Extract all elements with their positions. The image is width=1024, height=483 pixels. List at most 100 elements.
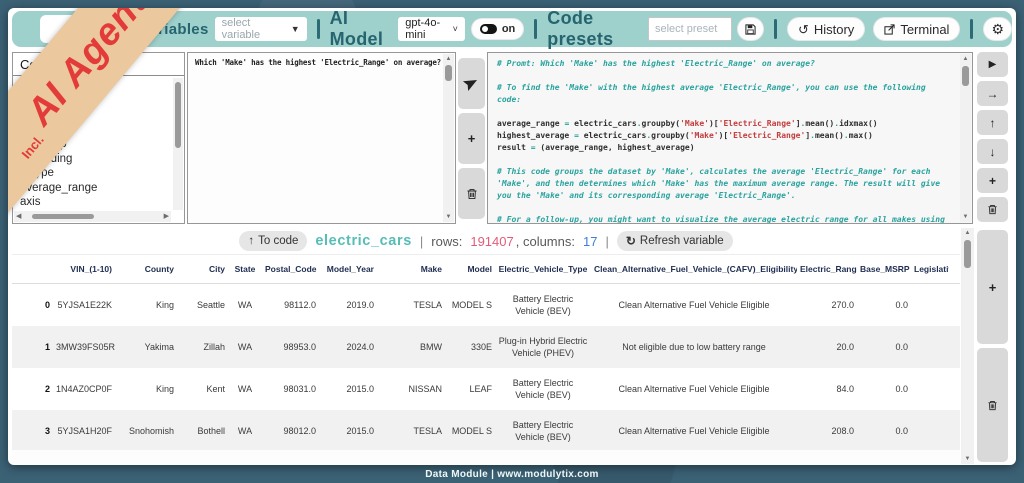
scroll-right-icon[interactable]: ▶ [164, 213, 169, 220]
table-cell: Clean Alternative Fuel Vehicle Eligible [591, 299, 797, 311]
refresh-variable-button[interactable]: ↻ Refresh variable [617, 231, 733, 251]
table-header-cell[interactable]: Make [377, 263, 445, 275]
scroll-down-icon[interactable]: ▼ [961, 454, 974, 464]
table-cell: 98012.0 [262, 425, 319, 437]
prompt-textarea[interactable]: Which 'Make' has the highest 'Electric_R… [188, 53, 443, 223]
ai-toggle[interactable]: on [471, 18, 524, 40]
delete-code-button[interactable] [977, 197, 1008, 222]
settings-button[interactable]: ⚙ [983, 17, 1012, 41]
table-cell: 1 [12, 341, 53, 353]
response-actions: ▶ → ↑ ↓ + [977, 52, 1008, 222]
move-right-button[interactable]: → [977, 81, 1008, 106]
scrollbar-thumb[interactable] [175, 82, 181, 148]
table-cell: 0.0 [857, 425, 911, 437]
scroll-up-icon[interactable]: ▲ [961, 228, 974, 238]
code-line [497, 154, 953, 166]
code-element-item[interactable]: average_range [20, 181, 172, 196]
table-header-cell[interactable]: Legislativ [911, 263, 949, 275]
code-elements-vertical-scrollbar[interactable] [173, 78, 183, 210]
table-cell: BMW [377, 341, 445, 353]
scrollbar-thumb[interactable] [964, 240, 971, 268]
send-prompt-button[interactable] [458, 58, 485, 109]
code-line [497, 106, 953, 118]
table-header-cell[interactable]: State [228, 263, 262, 275]
scroll-down-icon[interactable]: ▼ [960, 212, 971, 222]
table-cell: TESLA [377, 425, 445, 437]
table-header-cell[interactable]: Model [445, 263, 495, 275]
model-select[interactable]: gpt-4o-mini ˅ [398, 17, 465, 41]
table-cell: NISSAN [377, 383, 445, 395]
table-header-cell[interactable]: City [177, 263, 228, 275]
table-cell: Seattle [177, 299, 228, 311]
table-vertical-scrollbar[interactable]: ▲ ▼ [961, 228, 974, 464]
scrollbar-thumb[interactable] [445, 65, 452, 81]
scroll-up-icon[interactable]: ▲ [443, 54, 454, 64]
table-horizontal-scrollbar[interactable] [12, 450, 960, 464]
table-header-row: VIN_(1-10)CountyCityStatePostal_CodeMode… [12, 254, 960, 284]
trash-icon [466, 188, 478, 200]
save-preset-button[interactable] [737, 17, 764, 41]
toolbar-divider [317, 19, 320, 39]
table-cell: 2015.0 [319, 383, 377, 395]
bar-divider: | [605, 234, 608, 249]
move-down-button[interactable]: ↓ [977, 139, 1008, 164]
floppy-save-icon [745, 24, 756, 35]
table-cell: 0.0 [857, 299, 911, 311]
variable-select[interactable]: select variable ▼ [215, 17, 307, 41]
rows-label: rows: [431, 234, 462, 249]
table-header-cell[interactable]: Model_Year [319, 263, 377, 275]
terminal-button[interactable]: Terminal [873, 17, 960, 41]
code-line [497, 202, 953, 214]
scrollbar-thumb[interactable] [962, 66, 969, 86]
table-cell: Bothell [177, 425, 228, 437]
add-code-button[interactable]: + [977, 168, 1008, 193]
columns-label: , columns: [516, 234, 575, 249]
table-header-cell[interactable]: Postal_Code [262, 263, 319, 275]
code-line: # To find the 'Make' with the highest av… [497, 82, 953, 106]
table-header-cell[interactable]: Base_MSRP [857, 263, 911, 275]
rows-count: 191407 [470, 234, 513, 249]
scrollbar-thumb[interactable] [32, 214, 94, 219]
delete-variable-button[interactable] [977, 348, 1008, 462]
history-button[interactable]: ↺ History [787, 17, 865, 41]
table-row: 05YJSA1E22KKingSeattleWA98112.02019.0TES… [12, 284, 960, 326]
response-scrollbar[interactable]: ▲ ▼ [960, 54, 971, 222]
paper-plane-icon [463, 75, 481, 93]
variable-table-bar: ↑ To code electric_cars | rows: 191407 ,… [12, 228, 960, 254]
run-code-button[interactable]: ▶ [977, 52, 1008, 77]
refresh-variable-label: Refresh variable [640, 235, 724, 247]
plus-icon: + [468, 131, 476, 146]
scroll-left-icon[interactable]: ◀ [16, 213, 21, 220]
toolbar-divider [534, 19, 537, 39]
table-cell: 84.0 [797, 383, 857, 395]
bar-divider: | [420, 234, 423, 249]
table-cell: Plug-in Hybrid Electric Vehicle (PHEV) [495, 335, 591, 359]
table-header-cell[interactable]: Electric_Range [797, 263, 857, 275]
preset-input[interactable] [648, 17, 732, 41]
history-icon: ↺ [798, 23, 809, 36]
code-presets-label: Code presets [547, 8, 641, 50]
table-header-cell[interactable]: County [115, 263, 177, 275]
code-elements-horizontal-scrollbar[interactable]: ◀ ▶ [14, 211, 171, 222]
table-cell: 5YJSA1E22K [53, 299, 115, 311]
table-cell: King [115, 383, 177, 395]
code-element-item[interactable]: axis [20, 195, 172, 210]
trash-icon [987, 204, 998, 215]
table-cell: LEAF [445, 383, 495, 395]
table-header-cell[interactable]: VIN_(1-10) [53, 263, 115, 275]
scroll-up-icon[interactable]: ▲ [960, 54, 971, 64]
code-line [497, 70, 953, 82]
table-header-cell[interactable]: Electric_Vehicle_Type [495, 263, 591, 275]
table-header-cell[interactable]: Clean_Alternative_Fuel_Vehicle_(CAFV)_El… [591, 263, 797, 275]
clear-prompt-button[interactable] [458, 168, 485, 219]
table-cell: 2 [12, 383, 53, 395]
table-cell: WA [228, 341, 262, 353]
scroll-down-icon[interactable]: ▼ [443, 212, 454, 222]
add-variable-button[interactable]: + [977, 230, 1008, 344]
table-cell: 2024.0 [319, 341, 377, 353]
add-prompt-button[interactable]: + [458, 113, 485, 164]
to-code-button[interactable]: ↑ To code [239, 231, 307, 251]
move-up-button[interactable]: ↑ [977, 110, 1008, 135]
prompt-scrollbar[interactable]: ▲ ▼ [443, 54, 454, 222]
table-cell: Zillah [177, 341, 228, 353]
